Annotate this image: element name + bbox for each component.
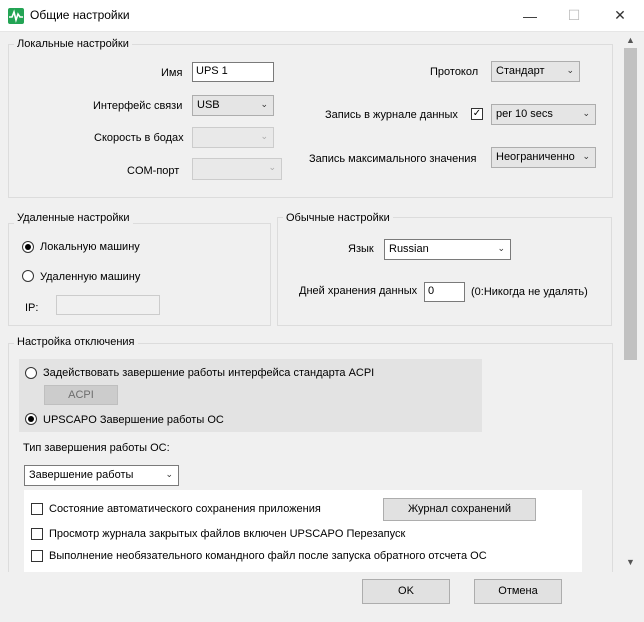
general-settings-group [277, 217, 612, 326]
language-label: Язык [348, 243, 374, 255]
retention-days-label: Дней хранения данных [299, 285, 418, 297]
chevron-down-icon: ⌄ [260, 99, 268, 109]
autosave-checkbox[interactable] [31, 503, 43, 515]
shutdown-settings-legend: Настройка отключения [14, 336, 138, 348]
chevron-down-icon: ⌄ [268, 162, 276, 172]
acpi-button[interactable]: ACPI [44, 385, 118, 405]
minimize-icon: — [523, 7, 537, 24]
chevron-down-icon: ⌄ [497, 243, 505, 253]
title-bar: Общие настройки — ☐ ✕ [0, 0, 644, 32]
closed-files-checkbox[interactable] [31, 528, 43, 540]
remote-settings-legend: Удаленные настройки [14, 212, 133, 224]
close-icon: ✕ [614, 7, 626, 23]
protocol-select[interactable]: Стандарт ⌄ [491, 61, 580, 82]
save-journal-button[interactable]: Журнал сохранений [383, 498, 536, 521]
scroll-down-icon[interactable]: ▼ [622, 554, 639, 570]
chevron-down-icon: ⌄ [582, 151, 590, 161]
chevron-down-icon: ⌄ [260, 131, 268, 141]
ip-input[interactable] [56, 295, 160, 315]
baud-label: Скорость в бодах [94, 132, 184, 144]
scroll-up-icon[interactable]: ▲ [622, 32, 639, 48]
close-button[interactable]: ✕ [598, 0, 642, 31]
data-log-checkbox[interactable]: ✓ [471, 108, 483, 120]
autosave-label[interactable]: Состояние автоматического сохранения при… [49, 503, 321, 515]
remote-machine-label[interactable]: Удаленную машину [40, 271, 140, 283]
remote-machine-radio[interactable] [22, 270, 34, 282]
max-record-select[interactable]: Неограниченно ⌄ [491, 147, 596, 168]
maximize-button[interactable]: ☐ [552, 0, 596, 31]
interface-select[interactable]: USB ⌄ [192, 95, 274, 116]
com-port-select[interactable]: ⌄ [192, 158, 282, 180]
shutdown-type-label: Тип завершения работы ОС: [23, 442, 170, 454]
minimize-button[interactable]: — [508, 0, 552, 31]
acpi-shutdown-label[interactable]: Задействовать завершение работы интерфей… [43, 367, 374, 379]
com-port-label: COM-порт [127, 165, 180, 177]
chevron-down-icon: ⌄ [566, 65, 574, 75]
chevron-down-icon: ⌄ [165, 469, 173, 479]
scrollbar-thumb[interactable] [624, 48, 637, 360]
interface-label: Интерфейс связи [93, 100, 183, 112]
protocol-label: Протокол [430, 66, 479, 78]
shutdown-type-select[interactable]: Завершение работы ⌄ [24, 465, 179, 486]
general-settings-legend: Обычные настройки [283, 212, 393, 224]
ip-label: IP: [25, 302, 39, 314]
app-icon [8, 8, 24, 24]
data-log-label: Запись в журнале данных [325, 109, 458, 121]
retention-days-input[interactable]: 0 [424, 282, 465, 302]
local-settings-legend: Локальные настройки [14, 38, 132, 50]
optional-command-checkbox[interactable] [31, 550, 43, 562]
local-machine-label[interactable]: Локальную машину [40, 241, 140, 253]
upscapo-shutdown-label[interactable]: UPSCAPO Завершение работы ОС [43, 414, 224, 426]
settings-content: Локальные настройки Имя UPS 1 Интерфейс … [0, 32, 622, 572]
optional-command-label[interactable]: Выполнение необязательного командного фа… [49, 550, 487, 562]
data-log-interval-select[interactable]: per 10 secs ⌄ [491, 104, 596, 125]
retention-days-hint: (0:Никогда не удалять) [471, 286, 588, 298]
acpi-shutdown-radio[interactable] [25, 367, 37, 379]
name-label: Имя [161, 67, 183, 79]
closed-files-label[interactable]: Просмотр журнала закрытых файлов включен… [49, 528, 405, 540]
checkmark-icon: ✓ [472, 108, 482, 119]
cancel-button[interactable]: Отмена [474, 579, 562, 604]
upscapo-shutdown-radio[interactable] [25, 413, 37, 425]
local-machine-radio[interactable] [22, 241, 34, 253]
ok-button[interactable]: OK [362, 579, 450, 604]
max-record-label: Запись максимального значения [309, 153, 477, 165]
language-select[interactable]: Russian ⌄ [384, 239, 511, 260]
baud-select[interactable]: ⌄ [192, 127, 274, 148]
maximize-icon: ☐ [567, 7, 581, 23]
chevron-down-icon: ⌄ [582, 108, 590, 118]
window-title: Общие настройки [30, 8, 130, 22]
name-input[interactable]: UPS 1 [192, 62, 274, 82]
